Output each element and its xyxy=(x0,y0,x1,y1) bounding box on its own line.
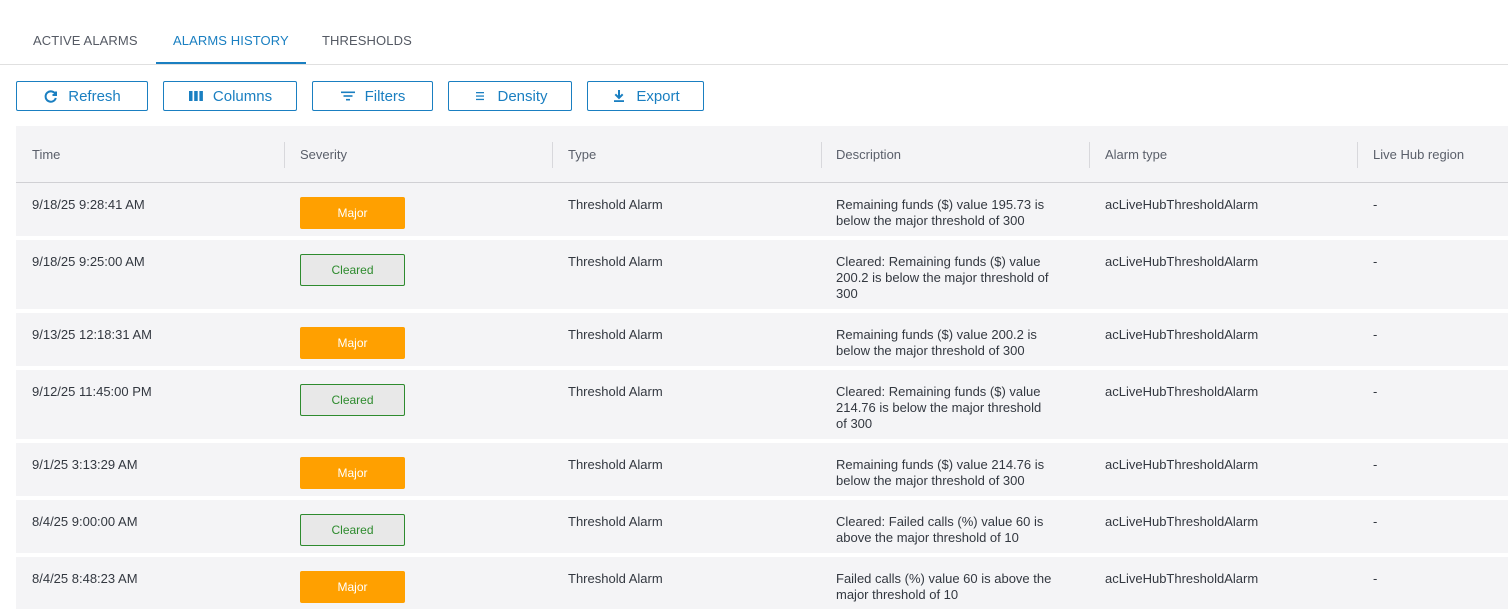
description-line: 300 xyxy=(836,286,858,301)
column-header-live-hub-region[interactable]: Live Hub region xyxy=(1373,147,1464,162)
filters-label: Filters xyxy=(364,87,406,105)
cell-live-hub-region: - xyxy=(1373,384,1378,399)
description-line: above the major threshold of 10 xyxy=(836,530,1019,545)
cell-type: Threshold Alarm xyxy=(568,384,663,399)
export-label: Export xyxy=(636,87,680,105)
description-line: Cleared: Remaining funds ($) value xyxy=(836,254,1041,269)
cell-alarm-type: acLiveHubThresholdAlarm xyxy=(1105,514,1259,529)
column-separator[interactable] xyxy=(1357,142,1358,168)
filters-button[interactable]: Filters xyxy=(312,81,433,111)
cell-time: 9/13/25 12:18:31 AM xyxy=(32,327,152,342)
description-line: below the major threshold of 300 xyxy=(836,473,1025,488)
cell-alarm-type: acLiveHubThresholdAlarm xyxy=(1105,197,1259,212)
cell-type: Threshold Alarm xyxy=(568,571,663,586)
cell-alarm-type: acLiveHubThresholdAlarm xyxy=(1105,254,1259,269)
cell-description: Remaining funds ($) value 195.73 is below… xyxy=(836,197,1044,229)
column-header-description[interactable]: Description xyxy=(836,147,901,162)
table-row[interactable]: 9/13/25 12:18:31 AM Major Threshold Alarm R… xyxy=(16,313,1508,370)
severity-badge: Cleared xyxy=(300,514,405,546)
table-row[interactable]: 9/1/25 3:13:29 AM Major Threshold Alarm Rem… xyxy=(16,443,1508,500)
severity-badge: Major xyxy=(300,327,405,359)
columns-label: Columns xyxy=(212,87,273,105)
table-row[interactable]: 9/18/25 9:28:41 AM Major Threshold Alarm Re… xyxy=(16,183,1508,240)
description-line: below the major threshold of 300 xyxy=(836,213,1025,228)
severity-badge: Major xyxy=(300,457,405,489)
cell-live-hub-region: - xyxy=(1373,514,1378,529)
description-line: Remaining funds ($) value 200.2 is xyxy=(836,327,1037,342)
columns-icon xyxy=(188,88,204,104)
tab-alarms-history[interactable]: ALARMS HISTORY xyxy=(173,33,289,48)
description-line: below the major threshold of 300 xyxy=(836,343,1025,358)
filter-icon xyxy=(340,88,356,104)
description-line: Remaining funds ($) value 214.76 is xyxy=(836,457,1045,472)
column-header-type[interactable]: Type xyxy=(568,147,596,162)
cell-type: Threshold Alarm xyxy=(568,457,663,472)
table-header: Time Severity Type Description Alarm typ… xyxy=(16,126,1508,183)
download-icon xyxy=(611,88,627,104)
cell-type: Threshold Alarm xyxy=(568,514,663,529)
export-button[interactable]: Export xyxy=(587,81,704,111)
density-label: Density xyxy=(497,87,548,105)
cell-alarm-type: acLiveHubThresholdAlarm xyxy=(1105,327,1259,342)
description-line: Failed calls (%) value 60 is above the xyxy=(836,571,1052,586)
cell-type: Threshold Alarm xyxy=(568,254,663,269)
cell-live-hub-region: - xyxy=(1373,197,1378,212)
column-header-alarm-type[interactable]: Alarm type xyxy=(1105,147,1167,162)
density-icon xyxy=(472,88,488,104)
severity-badge: Cleared xyxy=(300,384,405,416)
tab-active-alarms[interactable]: ACTIVE ALARMS xyxy=(33,33,138,48)
cell-alarm-type: acLiveHubThresholdAlarm xyxy=(1105,384,1259,399)
cell-description: Remaining funds ($) value 200.2 is below … xyxy=(836,327,1037,359)
description-line: 200.2 is below the major threshold of xyxy=(836,270,1049,285)
cell-live-hub-region: - xyxy=(1373,457,1378,472)
refresh-button[interactable]: Refresh xyxy=(16,81,148,111)
active-tab-indicator xyxy=(156,62,306,64)
refresh-label: Refresh xyxy=(68,87,121,105)
description-line: Cleared: Failed calls (%) value 60 is xyxy=(836,514,1044,529)
refresh-icon xyxy=(43,88,59,104)
cell-time: 9/1/25 3:13:29 AM xyxy=(32,457,138,472)
cell-alarm-type: acLiveHubThresholdAlarm xyxy=(1105,457,1259,472)
cell-time: 8/4/25 8:48:23 AM xyxy=(32,571,138,586)
cell-type: Threshold Alarm xyxy=(568,327,663,342)
cell-description: Remaining funds ($) value 214.76 is below… xyxy=(836,457,1044,489)
tab-bar: ACTIVE ALARMS ALARMS HISTORY THRESHOLDS xyxy=(0,0,1508,65)
density-button[interactable]: Density xyxy=(448,81,572,111)
columns-button[interactable]: Columns xyxy=(163,81,297,111)
cell-live-hub-region: - xyxy=(1373,254,1378,269)
cell-description: Cleared: Remaining funds ($) value 200.2 … xyxy=(836,254,1048,302)
table-row[interactable]: 9/18/25 9:25:00 AM Cleared Threshold Alarm… xyxy=(16,240,1508,313)
column-separator[interactable] xyxy=(552,142,553,168)
cell-time: 9/12/25 11:45:00 PM xyxy=(32,384,152,399)
cell-alarm-type: acLiveHubThresholdAlarm xyxy=(1105,571,1259,586)
description-line: Remaining funds ($) value 195.73 is xyxy=(836,197,1045,212)
description-line: 214.76 is below the major threshold xyxy=(836,400,1042,415)
tab-thresholds[interactable]: THRESHOLDS xyxy=(322,33,412,48)
cell-time: 9/18/25 9:25:00 AM xyxy=(32,254,145,269)
cell-description: Failed calls (%) value 60 is above the ma… xyxy=(836,571,1051,603)
cell-time: 8/4/25 9:00:00 AM xyxy=(32,514,138,529)
description-line: Cleared: Remaining funds ($) value xyxy=(836,384,1041,399)
column-header-time[interactable]: Time xyxy=(32,147,60,162)
description-line: of 300 xyxy=(836,416,873,431)
cell-live-hub-region: - xyxy=(1373,571,1378,586)
table-body: 9/18/25 9:28:41 AM Major Threshold Alarm Re… xyxy=(16,183,1508,609)
table-row[interactable]: 8/4/25 8:48:23 AM Major Threshold Alarm Fai… xyxy=(16,557,1508,609)
cell-time: 9/18/25 9:28:41 AM xyxy=(32,197,145,212)
description-line: major threshold of 10 xyxy=(836,587,959,602)
column-separator[interactable] xyxy=(821,142,822,168)
severity-badge: Major xyxy=(300,571,405,603)
cell-type: Threshold Alarm xyxy=(568,197,663,212)
column-separator[interactable] xyxy=(1089,142,1090,168)
cell-description: Cleared: Failed calls (%) value 60 is abo… xyxy=(836,514,1043,546)
cell-live-hub-region: - xyxy=(1373,327,1378,342)
severity-badge: Major xyxy=(300,197,405,229)
severity-badge: Cleared xyxy=(300,254,405,286)
column-separator[interactable] xyxy=(284,142,285,168)
table-row[interactable]: 8/4/25 9:00:00 AM Cleared Threshold Alarm C… xyxy=(16,500,1508,557)
table-row[interactable]: 9/12/25 11:45:00 PM Cleared Threshold Alar… xyxy=(16,370,1508,443)
cell-description: Cleared: Remaining funds ($) value 214.76… xyxy=(836,384,1041,432)
column-header-severity[interactable]: Severity xyxy=(300,147,347,162)
alarms-history-table: Time Severity Type Description Alarm typ… xyxy=(16,126,1508,609)
